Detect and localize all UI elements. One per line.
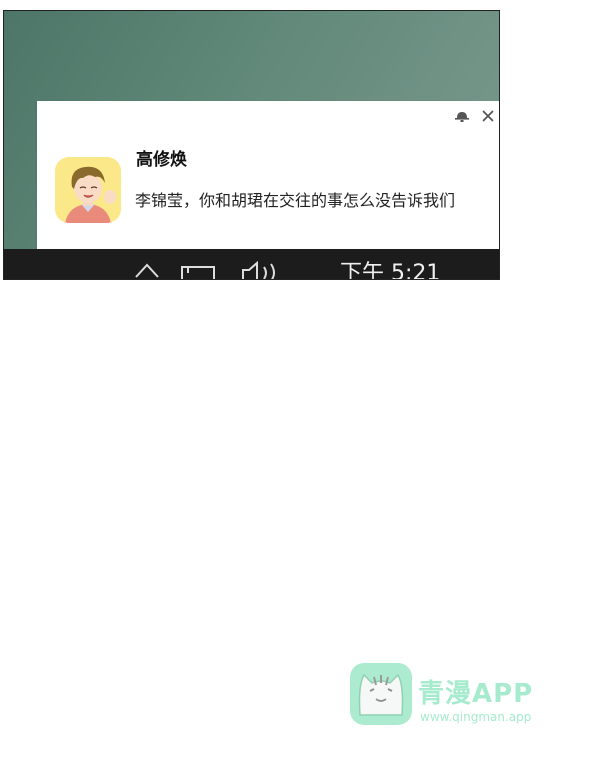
notification-card[interactable]: 高修焕 李锦莹，你和胡珺在交往的事怎么没告诉我们	[37, 101, 499, 249]
cat-icon	[350, 663, 412, 725]
watermark-url: www.qingman.app	[420, 710, 532, 724]
avatar	[55, 157, 121, 223]
watermark-title: 青漫APP	[418, 679, 534, 709]
screen-icon[interactable]	[180, 261, 216, 279]
notification-controls	[453, 107, 497, 125]
bell-icon[interactable]	[453, 107, 471, 125]
close-icon[interactable]	[479, 107, 497, 125]
phone-screenshot-panel: 高修焕 李锦莹，你和胡珺在交往的事怎么没告诉我们 下午 5:21	[3, 10, 500, 280]
clock: 下午 5:21	[340, 261, 441, 280]
system-navigation-bar: 下午 5:21	[4, 249, 499, 280]
chevron-up-icon[interactable]	[134, 261, 160, 279]
speaker-icon[interactable]	[240, 260, 284, 279]
notification-sender: 高修焕	[136, 150, 187, 170]
watermark: 青漫APP www.qingman.app	[350, 663, 560, 733]
notification-message: 李锦莹，你和胡珺在交往的事怎么没告诉我们	[135, 191, 456, 210]
